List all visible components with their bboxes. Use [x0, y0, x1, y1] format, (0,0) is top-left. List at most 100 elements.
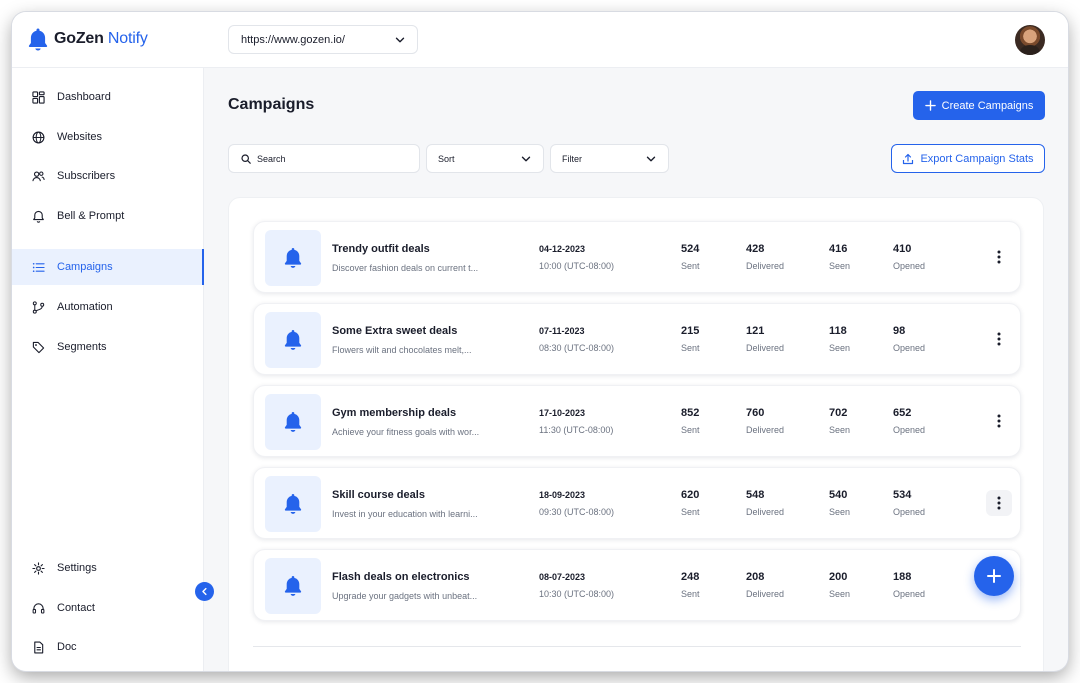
campaign-card[interactable]: Some Extra sweet deals Flowers wilt and … — [253, 303, 1021, 375]
campaign-name[interactable]: Gym membership deals — [332, 407, 456, 419]
stat-sent: 524 Sent — [681, 243, 700, 271]
campaign-description: Upgrade your gadgets with unbeat... — [332, 591, 478, 601]
campaign-description: Invest in your education with learni... — [332, 509, 478, 519]
stat-sent: 620 Sent — [681, 489, 700, 517]
more-options-button[interactable] — [986, 326, 1012, 352]
stat-label: Sent — [681, 425, 700, 435]
stat-sent: 248 Sent — [681, 571, 700, 599]
brand-name: GoZen Notify — [54, 30, 148, 47]
bell-icon — [284, 494, 302, 514]
sort-label: Sort — [438, 153, 455, 164]
stat-value: 215 — [681, 325, 700, 337]
stat-seen: 416 Seen — [829, 243, 850, 271]
sidebar-item-campaigns[interactable]: Campaigns — [12, 249, 204, 285]
stat-label: Opened — [893, 343, 926, 353]
campaign-thumbnail — [265, 312, 321, 368]
campaign-name[interactable]: Some Extra sweet deals — [332, 325, 457, 337]
stat-value: 121 — [746, 325, 765, 337]
more-vertical-icon — [997, 332, 1001, 346]
campaign-date: 07-11-2023 — [539, 326, 585, 336]
stat-label: Opened — [893, 261, 926, 271]
user-avatar[interactable] — [1015, 25, 1045, 55]
stat-label: Opened — [893, 425, 926, 435]
campaign-name[interactable]: Trendy outfit deals — [332, 243, 430, 255]
more-options-button[interactable] — [986, 408, 1012, 434]
campaign-list: Trendy outfit deals Discover fashion dea… — [228, 197, 1044, 671]
chevron-left-icon — [202, 587, 207, 596]
bell-icon — [33, 210, 44, 223]
plus-icon — [924, 100, 936, 111]
filter-dropdown[interactable]: Filter — [550, 144, 669, 173]
gear-icon — [32, 561, 45, 575]
users-icon — [32, 170, 45, 181]
headset-icon — [32, 602, 45, 613]
sidebar-item-segments[interactable]: Segments — [12, 329, 204, 365]
sidebar-item-label: Automation — [57, 301, 113, 313]
add-campaign-fab[interactable] — [974, 556, 1014, 596]
stat-value: 852 — [681, 407, 700, 419]
stat-value: 548 — [746, 489, 765, 501]
brand-logo[interactable]: GoZen Notify — [28, 27, 148, 51]
sort-dropdown[interactable]: Sort — [426, 144, 544, 173]
campaign-description: Flowers wilt and chocolates melt,... — [332, 345, 472, 355]
filter-label: Filter — [562, 153, 582, 164]
globe-icon — [32, 131, 45, 143]
stat-value: 118 — [829, 325, 847, 337]
stat-opened: 188 Opened — [893, 571, 925, 599]
search-input[interactable] — [257, 153, 407, 164]
sidebar: Dashboard Websites Subscribers Bell & Pr… — [12, 68, 204, 671]
stat-value: 524 — [681, 243, 700, 255]
stat-value: 188 — [893, 571, 912, 583]
stat-value: 248 — [681, 571, 700, 583]
sidebar-item-websites[interactable]: Websites — [12, 119, 204, 155]
sidebar-item-subscribers[interactable]: Subscribers — [12, 158, 204, 194]
bell-icon — [284, 248, 302, 268]
stat-value: 98 — [893, 325, 906, 337]
sidebar-item-label: Contact — [57, 602, 95, 614]
stat-value: 200 — [829, 571, 848, 583]
campaign-card[interactable]: Flash deals on electronics Upgrade your … — [253, 549, 1021, 621]
document-icon — [34, 641, 44, 653]
sidebar-item-contact[interactable]: Contact — [12, 590, 204, 626]
stat-value: 416 — [829, 243, 848, 255]
campaign-time: 08:30 (UTC-08:00) — [539, 343, 615, 353]
stat-delivered: 760 Delivered — [746, 407, 784, 435]
more-options-button[interactable] — [986, 244, 1012, 270]
stat-label: Delivered — [746, 425, 785, 435]
stat-label: Delivered — [746, 507, 785, 517]
campaign-card[interactable]: Trendy outfit deals Discover fashion dea… — [253, 221, 1021, 293]
stat-seen: 200 Seen — [829, 571, 850, 599]
stat-seen: 118 Seen — [829, 325, 850, 353]
campaign-thumbnail — [265, 394, 321, 450]
website-selector[interactable]: https://www.gozen.io/ — [228, 25, 418, 54]
search-icon — [241, 153, 251, 164]
campaign-card[interactable]: Skill course deals Invest in your educat… — [253, 467, 1021, 539]
sidebar-item-label: Settings — [57, 562, 97, 574]
campaign-card[interactable]: Gym membership deals Achieve your fitnes… — [253, 385, 1021, 457]
bell-icon — [284, 412, 302, 432]
campaign-name[interactable]: Flash deals on electronics — [332, 571, 470, 583]
campaign-name[interactable]: Skill course deals — [332, 489, 425, 501]
create-campaigns-button[interactable]: Create Campaigns — [913, 91, 1045, 120]
website-url: https://www.gozen.io/ — [241, 33, 345, 46]
collapse-sidebar-button[interactable] — [195, 582, 214, 601]
sidebar-item-settings[interactable]: Settings — [12, 550, 204, 586]
campaign-date: 18-09-2023 — [539, 490, 586, 500]
more-options-button[interactable] — [986, 490, 1012, 516]
sidebar-item-doc[interactable]: Doc — [12, 629, 204, 665]
stat-opened: 534 Opened — [893, 489, 925, 517]
stat-label: Opened — [893, 589, 926, 599]
stat-value: 410 — [893, 243, 912, 255]
sidebar-item-dashboard[interactable]: Dashboard — [12, 79, 204, 115]
stat-opened: 652 Opened — [893, 407, 925, 435]
app-window: GoZen Notify https://www.gozen.io/ Dashb… — [12, 12, 1068, 671]
sidebar-item-bell-prompt[interactable]: Bell & Prompt — [12, 198, 204, 234]
stat-value: 652 — [893, 407, 912, 419]
campaign-time: 11:30 (UTC-08:00) — [539, 425, 614, 435]
campaign-date: 17-10-2023 — [539, 408, 586, 418]
stat-delivered: 548 Delivered — [746, 489, 784, 517]
search-field[interactable] — [228, 144, 420, 173]
export-campaign-stats-button[interactable]: Export Campaign Stats — [891, 144, 1045, 173]
chevron-down-icon — [521, 156, 531, 162]
sidebar-item-automation[interactable]: Automation — [12, 289, 204, 325]
